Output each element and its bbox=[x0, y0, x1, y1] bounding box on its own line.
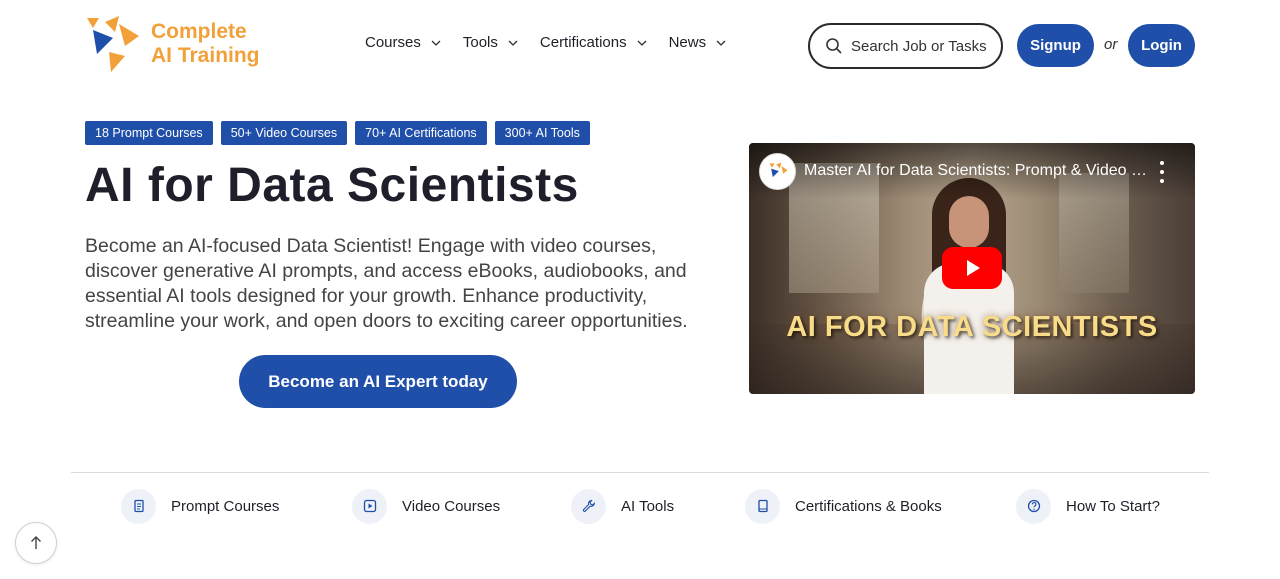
more-options-icon[interactable] bbox=[1157, 161, 1167, 183]
category-label: How To Start? bbox=[1066, 497, 1160, 515]
scroll-to-top-button[interactable] bbox=[15, 522, 57, 564]
or-separator: or bbox=[1104, 36, 1118, 53]
play-square-icon bbox=[352, 488, 387, 524]
category-prompt-courses[interactable]: Prompt Courses bbox=[121, 488, 279, 524]
play-button[interactable] bbox=[942, 247, 1002, 289]
category-bar: Prompt Courses Video Courses AI Tools Ce… bbox=[0, 488, 1280, 524]
logo-text: Complete AI Training bbox=[151, 20, 260, 68]
login-button[interactable]: Login bbox=[1128, 24, 1195, 67]
nav-certifications[interactable]: Certifications bbox=[540, 34, 647, 51]
chevron-down-icon bbox=[508, 40, 518, 46]
search-input[interactable] bbox=[851, 37, 1001, 55]
wrench-icon bbox=[571, 488, 606, 524]
category-video-courses[interactable]: Video Courses bbox=[352, 488, 500, 524]
nav-certifications-label: Certifications bbox=[539, 34, 627, 51]
logo-mark-icon bbox=[87, 16, 139, 72]
category-label: Certifications & Books bbox=[795, 497, 942, 515]
book-icon bbox=[745, 488, 780, 524]
category-certifications-books[interactable]: Certifications & Books bbox=[745, 488, 942, 524]
main-nav: Courses Tools Certifications News bbox=[365, 34, 748, 51]
badge-ai-certifications[interactable]: 70+ AI Certifications bbox=[355, 121, 487, 145]
section-divider bbox=[71, 472, 1209, 473]
badge-prompt-courses[interactable]: 18 Prompt Courses bbox=[85, 121, 213, 145]
site-logo[interactable]: Complete AI Training bbox=[85, 15, 265, 73]
become-expert-button[interactable]: Become an AI Expert today bbox=[239, 355, 517, 408]
category-label: Prompt Courses bbox=[171, 497, 280, 515]
play-icon bbox=[967, 260, 980, 276]
logo-line2: AI Training bbox=[151, 44, 260, 67]
category-how-to-start[interactable]: How To Start? bbox=[1016, 488, 1160, 524]
badge-ai-tools[interactable]: 300+ AI Tools bbox=[494, 121, 590, 145]
video-title[interactable]: Master AI for Data Scientists: Prompt & … bbox=[804, 162, 1149, 180]
presenter-face bbox=[949, 196, 989, 248]
document-icon bbox=[121, 488, 156, 524]
category-label: AI Tools bbox=[621, 497, 675, 515]
badge-video-courses[interactable]: 50+ Video Courses bbox=[220, 121, 348, 145]
nav-news-label: News bbox=[668, 34, 707, 51]
channel-avatar[interactable] bbox=[759, 153, 796, 190]
page-title: AI for Data Scientists bbox=[85, 159, 579, 212]
question-icon bbox=[1016, 488, 1051, 524]
hero-badges: 18 Prompt Courses 50+ Video Courses 70+ … bbox=[85, 121, 590, 145]
signup-button[interactable]: Signup bbox=[1017, 24, 1094, 67]
hero-description: Become an AI-focused Data Scientist! Eng… bbox=[85, 235, 688, 332]
nav-tools[interactable]: Tools bbox=[463, 34, 518, 51]
nav-courses-label: Courses bbox=[365, 34, 421, 51]
channel-logo-icon bbox=[768, 162, 787, 177]
arrow-up-icon bbox=[31, 536, 41, 549]
chevron-down-icon bbox=[637, 40, 647, 46]
logo-line1: Complete bbox=[151, 20, 247, 43]
nav-news[interactable]: News bbox=[669, 34, 727, 51]
nav-courses[interactable]: Courses bbox=[365, 34, 441, 51]
search-box[interactable] bbox=[808, 23, 1003, 69]
site-header: Complete AI Training Courses Tools Certi… bbox=[0, 0, 1280, 92]
video-player[interactable]: Master AI for Data Scientists: Prompt & … bbox=[749, 143, 1195, 394]
chevron-down-icon bbox=[431, 40, 441, 46]
category-ai-tools[interactable]: AI Tools bbox=[571, 488, 674, 524]
search-icon bbox=[826, 38, 842, 54]
chevron-down-icon bbox=[716, 40, 726, 46]
video-caption: AI FOR DATA SCIENTISTS bbox=[786, 311, 1158, 343]
category-label: Video Courses bbox=[402, 497, 501, 515]
nav-tools-label: Tools bbox=[462, 34, 498, 51]
